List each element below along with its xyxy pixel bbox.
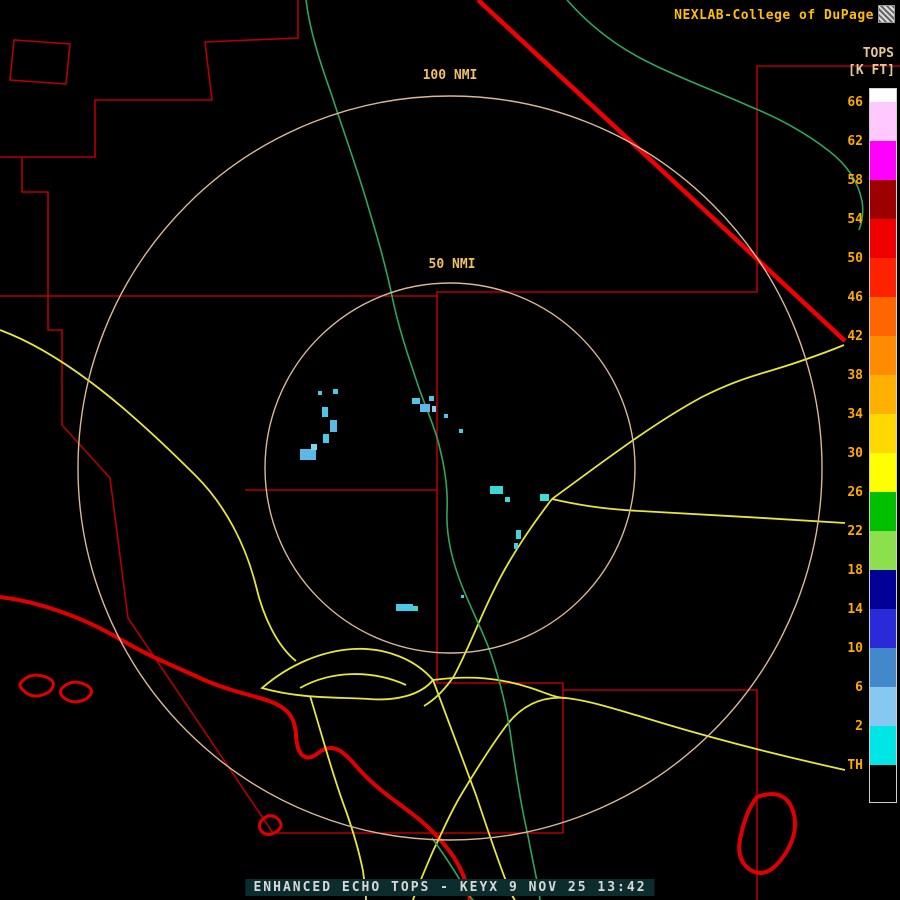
colorbar-segment: 2	[855, 687, 896, 734]
cod-logo-icon	[878, 5, 895, 23]
colorbar-tick-label: 18	[847, 563, 863, 578]
colorbar-tick-label: 54	[847, 212, 863, 227]
range-ring-100nmi	[77, 95, 823, 841]
colorbar-tick-label: TH	[847, 758, 863, 773]
range-rings	[77, 95, 823, 841]
colorbar-segment: 34	[847, 375, 896, 422]
colorbar-tick-label: 26	[847, 485, 863, 500]
colorbar-segment: 30	[847, 414, 896, 461]
radar-display: 100 NMI 50 NMI NEXLAB-College of DuPage …	[0, 0, 900, 900]
thick-red-routes	[0, 595, 797, 900]
colorbar-segment	[870, 765, 896, 802]
colorbar-tick-label: 38	[847, 368, 863, 383]
range-ring-100nmi-label: 100 NMI	[422, 68, 478, 83]
radar-map	[0, 0, 900, 900]
colorbar-tick-label: 58	[847, 173, 863, 188]
colorbar-tick-label: 42	[847, 329, 863, 344]
colorbar-segment: 54	[847, 180, 896, 227]
colorbar-tick-label: 2	[855, 719, 863, 734]
colorbar-tick-label: 30	[847, 446, 863, 461]
colorbar-segment: 10	[847, 609, 896, 656]
source-attribution: NEXLAB-College of DuPage	[674, 8, 874, 23]
colorbar-segment: 50	[847, 219, 896, 266]
colorbar-tick-label: 62	[847, 134, 863, 149]
highways	[0, 329, 846, 900]
colorbar-tick-label: 6	[855, 680, 863, 695]
colorbar-tick-label: 46	[847, 290, 863, 305]
colorbar-segment: 26	[847, 453, 896, 500]
product-title: ENHANCED ECHO TOPS - KEYX 9 NOV 25 13:42	[245, 879, 655, 896]
colorbar-segment: 42	[847, 297, 896, 344]
colorbar-segment: 14	[847, 570, 896, 617]
range-ring-50nmi-label: 50 NMI	[428, 257, 476, 272]
legend-units: [K FT]	[848, 63, 895, 78]
colorbar-segment: 66	[847, 89, 896, 110]
county-boundaries	[0, 0, 900, 900]
colorbar-tick-label: 10	[847, 641, 863, 656]
colorbar-tick-label: 22	[847, 524, 863, 539]
colorbar-segment: 18	[847, 531, 896, 578]
rivers	[305, 0, 864, 900]
state-boundary-line	[476, 0, 847, 343]
colorbar-segment: 46	[847, 258, 896, 305]
colorbar-segment: 6	[855, 648, 896, 695]
colorbar-segment: 22	[847, 492, 896, 539]
colorbar-tick-label: 14	[847, 602, 863, 617]
colorbar-segment: 62	[847, 102, 896, 149]
colorbar-segment: 58	[847, 141, 896, 188]
colorbar-tick-label: 34	[847, 407, 863, 422]
legend-title: TOPS	[862, 46, 894, 61]
range-ring-50nmi	[264, 282, 636, 654]
colorbar: 66 62 58 54 50 46 42 38 34 30 26 22 18 14 10 6 2 TH	[847, 88, 897, 803]
radar-echoes	[300, 389, 549, 611]
colorbar-segment: 38	[847, 336, 896, 383]
colorbar-segment: TH	[847, 726, 896, 773]
colorbar-tick-label: 66	[847, 95, 863, 110]
colorbar-tick-label: 50	[847, 251, 863, 266]
